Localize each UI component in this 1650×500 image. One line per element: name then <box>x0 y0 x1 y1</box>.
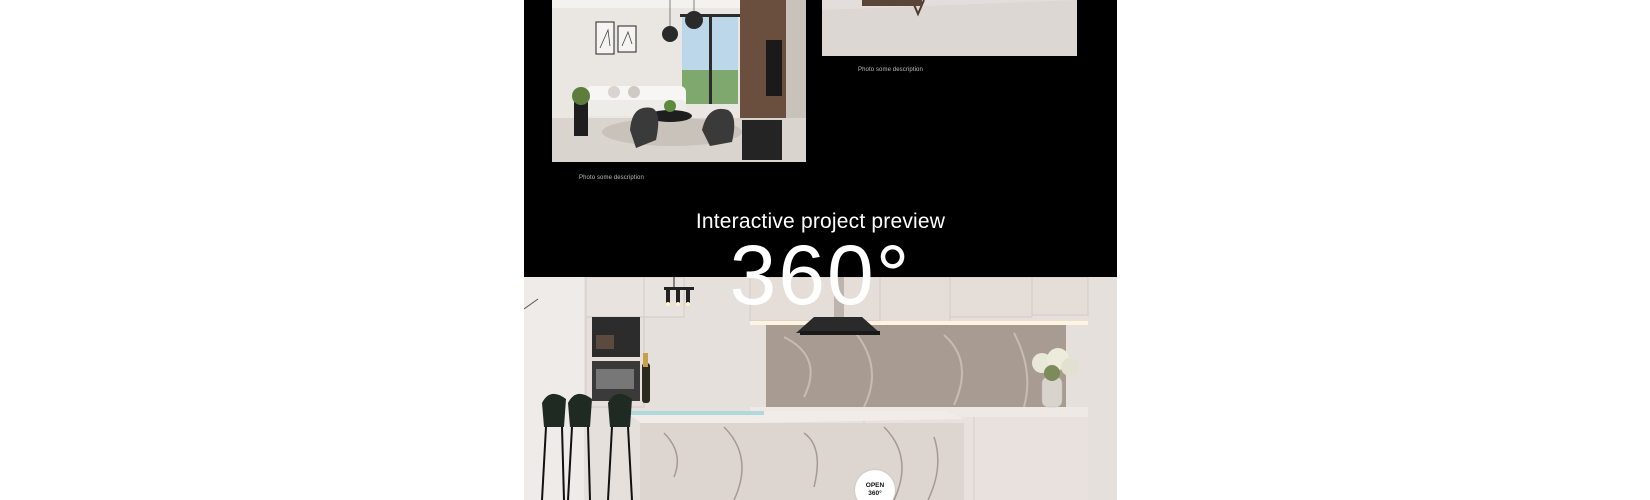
room-photo[interactable] <box>822 0 1077 56</box>
room-floor-image <box>822 0 1077 56</box>
open-360-label-line1: OPEN <box>865 482 885 489</box>
page: Photo some description Photo some descri… <box>0 0 1650 500</box>
photo-caption: Photo some description <box>579 175 644 181</box>
open-360-label-line2: 360° <box>868 490 882 497</box>
living-room-image <box>552 0 806 162</box>
living-room-photo[interactable] <box>552 0 806 162</box>
photo-caption: Photo some description <box>858 67 923 73</box>
project-section: Photo some description Photo some descri… <box>524 0 1117 500</box>
preview-360-heading: 360° <box>729 228 912 322</box>
